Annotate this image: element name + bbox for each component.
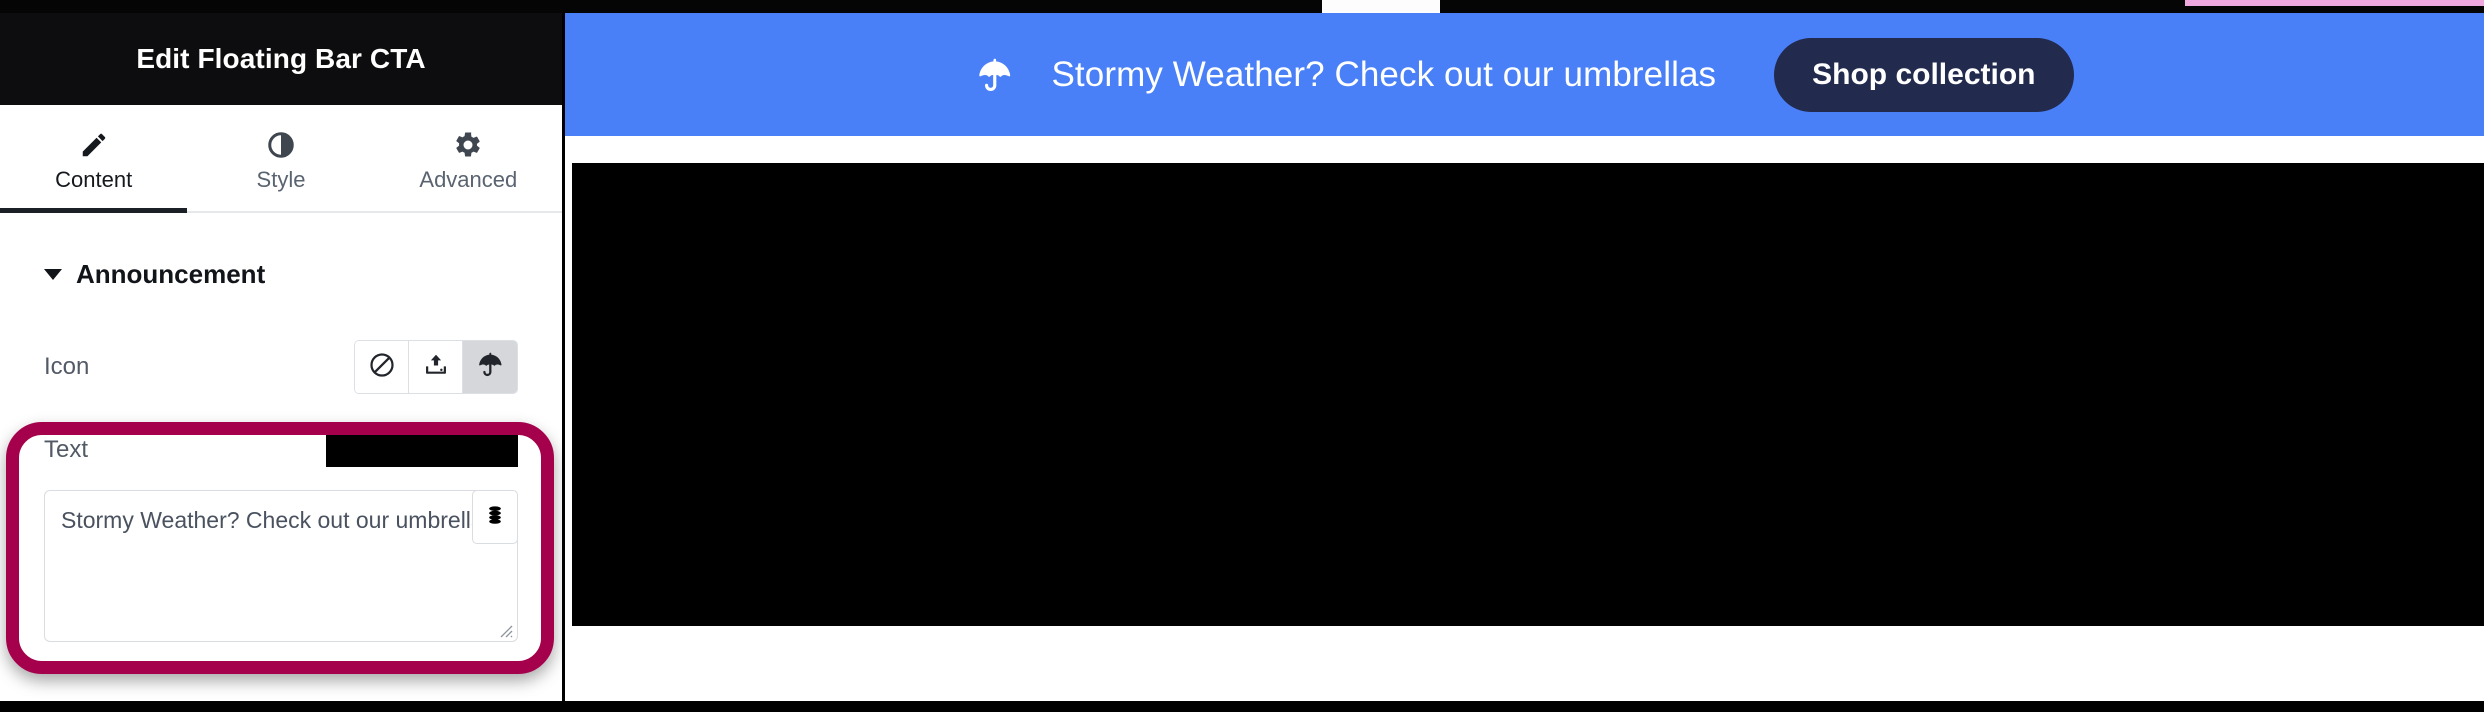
umbrella-icon xyxy=(975,55,1015,95)
section-title: Announcement xyxy=(76,259,266,289)
top-chrome-strip xyxy=(0,0,2484,13)
tab-content-label: Content xyxy=(55,166,133,192)
field-row-icon: Icon xyxy=(0,336,562,398)
announcement-textarea-wrap xyxy=(44,490,518,642)
icon-option-umbrella[interactable] xyxy=(463,341,517,393)
tab-style-label: Style xyxy=(256,166,306,192)
tab-content[interactable]: Content xyxy=(0,105,188,213)
preview-pane: Stormy Weather? Check out our umbrellas … xyxy=(565,13,2484,701)
umbrella-icon xyxy=(476,350,505,384)
pencil-icon xyxy=(79,126,109,160)
field-row-text: Text xyxy=(0,420,562,480)
panel-tabs: Content Style Advanced xyxy=(0,105,562,213)
icon-choice-group xyxy=(354,340,518,394)
dynamic-tag-button[interactable] xyxy=(472,490,518,544)
app-frame: Edit Floating Bar CTA Content Style Adva… xyxy=(0,0,2484,712)
ban-circle-slash-icon xyxy=(368,351,396,384)
gear-icon xyxy=(453,126,483,160)
upload-inbox-icon xyxy=(422,351,450,384)
redacted-value-block xyxy=(326,433,518,467)
shop-collection-button[interactable]: Shop collection xyxy=(1774,37,2074,112)
page-title: Edit Floating Bar CTA xyxy=(136,43,426,74)
preview-content-block xyxy=(572,163,2484,626)
floating-bar-cta-preview[interactable]: Stormy Weather? Check out our umbrellas … xyxy=(565,13,2484,136)
icon-option-upload[interactable] xyxy=(409,341,463,393)
text-field-label: Text xyxy=(44,436,89,463)
tab-advanced-label: Advanced xyxy=(419,166,518,192)
database-stack-icon xyxy=(484,504,506,531)
browser-tab-gap xyxy=(1322,0,1440,13)
contrast-half-icon xyxy=(266,126,296,160)
announcement-text-input[interactable] xyxy=(45,491,517,641)
field-group-text: Text xyxy=(0,420,562,674)
tab-advanced[interactable]: Advanced xyxy=(375,105,562,211)
chevron-down-icon xyxy=(44,269,62,280)
tab-style[interactable]: Style xyxy=(187,105,374,211)
section-header-announcement[interactable]: Announcement xyxy=(0,213,562,290)
panel-header: Edit Floating Bar CTA xyxy=(0,13,562,105)
top-chrome-accent-strip xyxy=(2185,0,2484,6)
editor-sidebar-panel: Edit Floating Bar CTA Content Style Adva… xyxy=(0,13,562,701)
floating-bar-message: Stormy Weather? Check out our umbrellas xyxy=(1051,54,1717,94)
icon-option-none[interactable] xyxy=(355,341,409,393)
icon-field-label: Icon xyxy=(44,353,90,380)
